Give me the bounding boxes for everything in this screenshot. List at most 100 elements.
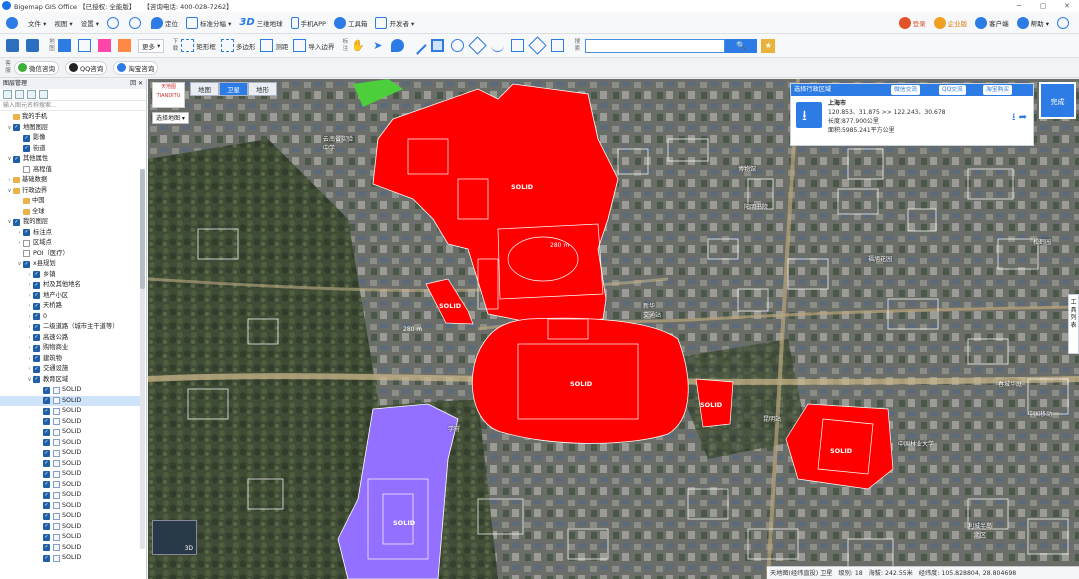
pointer-icon[interactable]: ➤ <box>371 39 386 52</box>
layer-tree-item[interactable]: ✓ SOLID <box>0 417 140 428</box>
checkbox-checked-icon[interactable]: ✓ <box>33 355 40 363</box>
minimize-icon[interactable]: ─ <box>1007 0 1031 12</box>
layer-tree-item[interactable]: ✓ SOLID <box>0 448 140 459</box>
checkbox-checked-icon[interactable]: ✓ <box>33 344 40 352</box>
close-icon[interactable]: ✕ <box>1055 0 1079 12</box>
layer-tree-item[interactable]: › ✓ 交通设施 <box>0 364 140 375</box>
tab-terrain[interactable]: 地形 <box>248 82 277 96</box>
layer-tree-item[interactable]: ∨ ✓ 其他属性 <box>0 154 140 165</box>
expand-arrow-icon[interactable]: › <box>16 228 23 239</box>
checkbox-checked-icon[interactable]: ✓ <box>13 218 20 226</box>
menu-developer[interactable]: 开发者 ▾ <box>375 16 414 29</box>
layer-tree-item[interactable]: ∨ ✓ 教育区域 <box>0 375 140 386</box>
layer-tree-item[interactable]: ✓ 影像 <box>0 133 140 144</box>
checkbox-empty-icon[interactable] <box>23 250 30 258</box>
checkbox-checked-icon[interactable]: ✓ <box>43 418 50 426</box>
layer-tree-item[interactable]: ✓ 街道 <box>0 144 140 155</box>
checkbox-checked-icon[interactable]: ✓ <box>43 554 50 562</box>
curve-icon[interactable] <box>491 39 506 52</box>
layer-tree-item[interactable]: ✓ SOLID <box>0 522 140 533</box>
expand-arrow-icon[interactable]: ∨ <box>6 186 13 197</box>
checkbox-checked-icon[interactable]: ✓ <box>33 334 40 342</box>
checkbox-checked-icon[interactable]: ✓ <box>43 502 50 510</box>
layer-tree-item[interactable]: › ✓ 标注点 <box>0 228 140 239</box>
checkbox-checked-icon[interactable]: ✓ <box>43 470 50 478</box>
checkbox-checked-icon[interactable]: ✓ <box>43 533 50 541</box>
taobao-buy-button[interactable]: 淘宝购买 <box>983 85 1013 95</box>
layer-tree-item[interactable]: ✓ SOLID <box>0 395 140 406</box>
layer-tree-item[interactable]: › ✓ 建筑物 <box>0 354 140 365</box>
checkbox-checked-icon[interactable]: ✓ <box>43 544 50 552</box>
layer-tree-item[interactable]: ✓ SOLID <box>0 406 140 417</box>
checkbox-checked-icon[interactable]: ✓ <box>23 229 30 237</box>
measure-button[interactable]: 测距 <box>260 39 288 52</box>
checkbox-checked-icon[interactable]: ✓ <box>23 145 30 153</box>
draw-rect-button[interactable]: 矩形框 <box>181 39 216 52</box>
expand-arrow-icon[interactable]: › <box>26 301 33 312</box>
polyline-icon[interactable] <box>431 39 446 52</box>
checkbox-checked-icon[interactable]: ✓ <box>43 460 50 468</box>
expand-arrow-icon[interactable]: › <box>26 354 33 365</box>
layer-tree-item[interactable]: ✓ SOLID <box>0 427 140 438</box>
expand-arrow-icon[interactable]: › <box>26 364 33 375</box>
expand-arrow-icon[interactable]: ∨ <box>16 259 23 270</box>
layer-tree-item[interactable]: ✓ SOLID <box>0 532 140 543</box>
checkbox-checked-icon[interactable]: ✓ <box>43 449 50 457</box>
minimap[interactable]: 3D <box>152 520 197 555</box>
image-icon[interactable] <box>78 39 93 52</box>
checkbox-checked-icon[interactable]: ✓ <box>33 281 40 289</box>
expand-arrow-icon[interactable]: › <box>26 322 33 333</box>
zoom-out-icon[interactable] <box>129 16 143 29</box>
checkbox-checked-icon[interactable]: ✓ <box>43 481 50 489</box>
layer-tree-item[interactable]: ✓ SOLID <box>0 501 140 512</box>
expand-arrow-icon[interactable]: › <box>26 312 33 323</box>
import-boundary-button[interactable]: 导入边界 <box>293 39 334 52</box>
checkbox-checked-icon[interactable]: ✓ <box>43 407 50 415</box>
layer-tree-item[interactable]: ✓ SOLID <box>0 553 140 564</box>
layer-tree-item[interactable]: › 区域点 <box>0 238 140 249</box>
layer-tree-item[interactable]: ∨ ✓ x县规划 <box>0 259 140 270</box>
layer-tree-item[interactable]: ✓ SOLID <box>0 385 140 396</box>
checkbox-checked-icon[interactable]: ✓ <box>33 271 40 279</box>
checkbox-checked-icon[interactable]: ✓ <box>33 313 40 321</box>
marker-icon[interactable] <box>391 39 406 52</box>
layer-tree-item[interactable]: ✓ SOLID <box>0 490 140 501</box>
layer-tree-item[interactable]: ✓ SOLID <box>0 480 140 491</box>
map-view[interactable]: SOLID SOLID SOLID SOLID SOLID SOLID 280 … <box>148 79 1079 579</box>
login-button[interactable]: 登录 <box>898 17 926 29</box>
checkbox-checked-icon[interactable]: ✓ <box>43 512 50 520</box>
expand-arrow-icon[interactable]: › <box>26 333 33 344</box>
layer-tree-item[interactable]: › ✓ 天桥路 <box>0 301 140 312</box>
layer-tree-item[interactable]: › ✓ 高速公路 <box>0 333 140 344</box>
checkbox-checked-icon[interactable]: ✓ <box>33 323 40 331</box>
menu-grid[interactable]: 标准分幅 ▾ <box>186 16 231 29</box>
expand-arrow-icon[interactable]: ∨ <box>6 123 13 134</box>
search-button[interactable]: 🔍 <box>725 38 758 53</box>
layer-tree-item[interactable]: › 基础数据 <box>0 175 140 186</box>
search-input[interactable] <box>585 38 726 53</box>
checkbox-checked-icon[interactable]: ✓ <box>23 134 30 142</box>
checkbox-checked-icon[interactable]: ✓ <box>33 292 40 300</box>
checkbox-checked-icon[interactable]: ✓ <box>43 491 50 499</box>
layer-tree-item[interactable]: 我的手机 <box>0 112 140 123</box>
menu-settings[interactable]: 设置 ▾ <box>81 18 99 28</box>
eraser-icon[interactable] <box>528 36 548 55</box>
download-icon[interactable]: ⭳ ➦ <box>1012 110 1027 127</box>
network-icon[interactable] <box>1057 17 1071 29</box>
qq-exchange-button[interactable]: QQ交流 <box>939 85 966 95</box>
checkbox-checked-icon[interactable]: ✓ <box>33 302 40 310</box>
layer-tree-item[interactable]: › ✓ 0 <box>0 312 140 323</box>
bmap-icon[interactable] <box>98 39 113 52</box>
layer-tree-item[interactable]: POI（医疗） <box>0 249 140 260</box>
edit-icon[interactable] <box>551 39 566 52</box>
layer-tree-item[interactable]: › ✓ 购物商业 <box>0 343 140 354</box>
menu-tools[interactable]: 工具箱 <box>333 16 367 29</box>
maximize-icon[interactable]: ▢ <box>1031 0 1055 12</box>
menu-view[interactable]: 视图 ▾ <box>54 18 72 28</box>
checkbox-checked-icon[interactable]: ✓ <box>13 155 20 163</box>
checkbox-checked-icon[interactable]: ✓ <box>33 376 40 384</box>
menu-file[interactable]: 文件 ▾ <box>28 18 46 28</box>
save-icon[interactable] <box>26 39 41 52</box>
taobao-consult-button[interactable]: 淘宝咨询 <box>113 60 159 75</box>
layer-tree-item[interactable]: ✓ SOLID <box>0 543 140 554</box>
